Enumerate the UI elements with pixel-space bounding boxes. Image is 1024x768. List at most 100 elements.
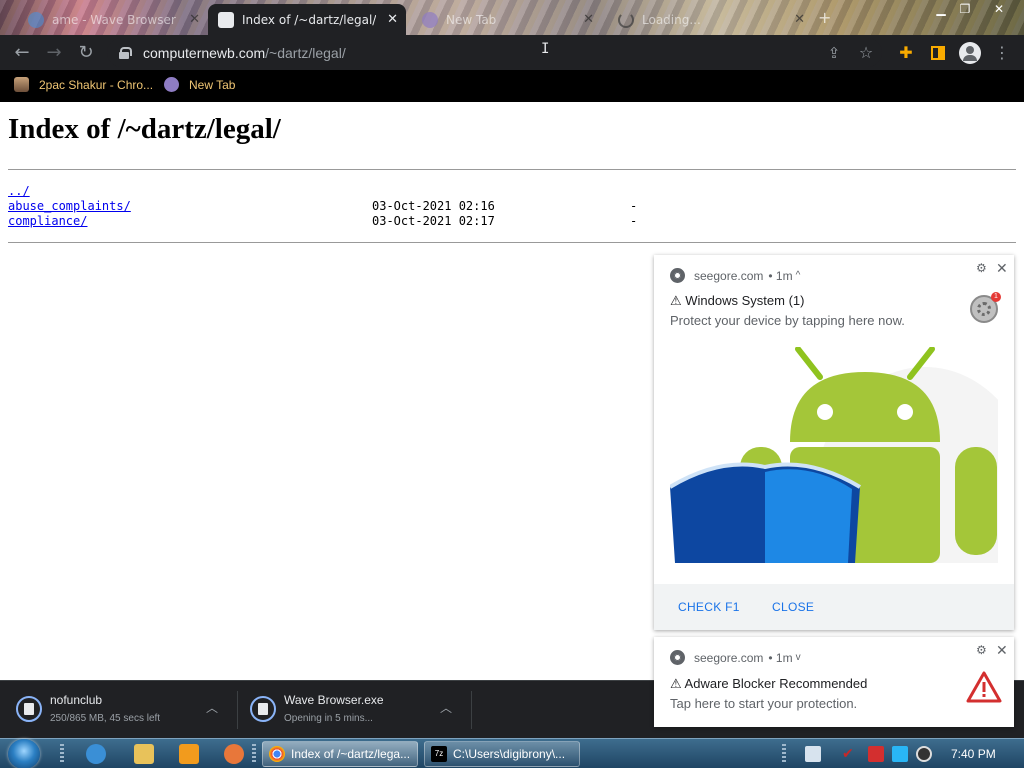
internet-explorer-icon[interactable] — [86, 744, 106, 764]
entry-link[interactable]: ../ — [8, 184, 30, 199]
bookmarks-bar: 2pac Shakur - Chro... New Tab — [0, 70, 1024, 102]
minimize-icon[interactable]: ▁ — [930, 2, 952, 16]
origin-site: seegore.com — [694, 650, 764, 665]
bookmark-favicon-icon — [164, 77, 179, 92]
tray-network-icon[interactable] — [892, 746, 908, 762]
download-item-wave[interactable]: Wave Browser.exe Opening in 5 mins... ︿ — [236, 689, 472, 731]
download-status: Opening in 5 mins... — [284, 713, 373, 724]
chevron-up-icon[interactable]: ︿ — [206, 699, 218, 716]
divider — [471, 691, 472, 729]
browser-toolbar: ← → ↻ computernewb.com/~dartz/legal/ ⇪ ☆… — [0, 35, 1024, 70]
settings-gear-icon[interactable]: ⚙ — [976, 261, 987, 275]
start-button[interactable] — [8, 739, 40, 768]
newtab-favicon-icon — [422, 11, 438, 28]
tab-title: Loading... — [642, 12, 701, 27]
notification-badge: 1 — [991, 292, 1001, 302]
lock-icon[interactable] — [119, 46, 132, 59]
task-label: Index of /~dartz/lega... — [291, 747, 411, 761]
wave-favicon-icon — [28, 11, 44, 28]
back-arrow-icon[interactable]: ← — [10, 41, 34, 65]
tab-close-icon[interactable]: ✕ — [189, 12, 200, 27]
settings-gear-icon[interactable]: ⚙ — [976, 643, 987, 657]
download-item-nofunclub[interactable]: nofunclub 250/865 MB, 45 secs left ︿ — [2, 689, 238, 731]
notification-windows-system[interactable]: seegore.com • 1m ^ ⚙ ✕ ⚠ Windows System … — [654, 255, 1014, 630]
tray-flag-icon[interactable] — [868, 746, 884, 762]
profile-avatar-icon[interactable] — [958, 41, 982, 65]
notification-adware-blocker[interactable]: seegore.com • 1m v ⚙ ✕ ⚠ Adware Blocker … — [654, 637, 1014, 727]
tab-loading[interactable]: Loading... ✕ — [608, 4, 813, 35]
notification-time: • 1m — [768, 650, 793, 665]
download-file-icon — [250, 696, 276, 722]
text-cursor-icon: I — [541, 41, 550, 57]
tab-new-tab[interactable]: New Tab ✕ — [412, 4, 602, 35]
chevron-down-icon[interactable]: v — [796, 652, 801, 663]
tab-close-icon[interactable]: ✕ — [583, 12, 594, 27]
notification-time: • 1m — [768, 268, 793, 283]
list-item: compliance/ 03-Oct-2021 02:17 - — [8, 214, 1008, 229]
extensions-puzzle-icon[interactable]: ✚ — [894, 41, 918, 65]
settings-app-icon: 1 — [970, 292, 1001, 323]
page-title: Index of /~dartz/legal/ — [8, 113, 281, 145]
taskbar-grip — [60, 744, 64, 764]
media-player-icon[interactable] — [179, 744, 199, 764]
address-bar[interactable]: computernewb.com/~dartz/legal/ — [107, 38, 882, 67]
chevron-up-icon[interactable]: ^ — [796, 270, 801, 281]
download-name: Wave Browser.exe — [284, 693, 384, 707]
tab-wave-browser[interactable]: ame - Wave Browser ✕ — [18, 4, 208, 35]
side-panel-icon[interactable] — [926, 41, 950, 65]
bookmark-label: New Tab — [189, 77, 236, 92]
url-text[interactable]: computernewb.com/~dartz/legal/ — [143, 45, 346, 61]
divider — [8, 169, 1016, 170]
entry-link[interactable]: abuse_complaints/ — [8, 199, 131, 214]
app-shortcut-icon[interactable] — [224, 744, 244, 764]
bookmark-label: 2pac Shakur - Chro... — [39, 77, 154, 92]
close-icon[interactable]: ✕ — [996, 642, 1008, 659]
bookmark-favicon-icon — [14, 77, 29, 92]
divider — [8, 242, 1016, 243]
notification-actions: CHECK F1 CLOSE — [654, 584, 1014, 630]
close-button[interactable]: CLOSE — [772, 600, 814, 614]
taskbar-chrome[interactable]: Index of /~dartz/lega... — [262, 741, 418, 767]
bookmark-2pac[interactable]: 2pac Shakur - Chro... — [14, 77, 153, 92]
tray-volume-icon[interactable] — [916, 746, 932, 762]
tab-index-legal[interactable]: Index of /~dartz/legal/ ✕ — [208, 4, 406, 35]
bookmark-new-tab[interactable]: New Tab — [164, 77, 235, 92]
chevron-up-icon[interactable]: ︿ — [440, 699, 452, 716]
reload-icon[interactable]: ↻ — [74, 41, 98, 65]
windows-taskbar: Index of /~dartz/lega... 7z C:\Users\dig… — [0, 738, 1024, 768]
check-f1-button[interactable]: CHECK F1 — [678, 600, 740, 614]
forward-arrow-icon[interactable]: → — [42, 41, 66, 65]
new-tab-plus-icon[interactable]: + — [818, 8, 831, 27]
tab-title: New Tab — [446, 12, 497, 27]
clock[interactable]: 7:40 PM — [951, 747, 996, 761]
menu-kebab-icon[interactable]: ⋮ — [990, 41, 1014, 65]
origin-site: seegore.com — [694, 268, 764, 283]
restore-icon[interactable]: ❐ — [954, 2, 976, 16]
taskbar-7zip[interactable]: 7z C:\Users\digibrony\... — [424, 741, 580, 767]
entry-size: - — [630, 214, 638, 228]
file-explorer-icon[interactable] — [134, 744, 154, 764]
share-icon[interactable]: ⇪ — [822, 41, 846, 65]
chrome-icon — [670, 650, 685, 665]
tab-close-icon[interactable]: ✕ — [387, 12, 398, 27]
url-host: computernewb.com — [143, 44, 266, 61]
tray-check-icon[interactable]: ✔ — [842, 746, 858, 762]
tab-close-icon[interactable]: ✕ — [794, 12, 805, 27]
tab-title: ame - Wave Browser — [52, 12, 176, 27]
notification-origin: seegore.com • 1m v — [670, 650, 801, 665]
window-close-icon[interactable]: ✕ — [988, 2, 1010, 16]
download-name: nofunclub — [50, 693, 103, 707]
notification-body: Protect your device by tapping here now. — [670, 313, 905, 328]
action-center-icon[interactable] — [805, 746, 821, 762]
chrome-icon — [670, 268, 685, 283]
loading-spinner-icon — [618, 11, 634, 28]
notification-title: ⚠ Windows System (1) — [670, 293, 805, 308]
entry-link[interactable]: compliance/ — [8, 214, 87, 229]
download-status: 250/865 MB, 45 secs left — [50, 713, 161, 724]
close-icon[interactable]: ✕ — [996, 260, 1008, 277]
notification-body: Tap here to start your protection. — [670, 696, 858, 711]
notification-origin: seegore.com • 1m ^ — [670, 268, 800, 283]
bookmark-star-icon[interactable]: ☆ — [854, 41, 878, 65]
url-path: /~dartz/legal/ — [265, 44, 346, 61]
chrome-icon — [269, 746, 285, 762]
